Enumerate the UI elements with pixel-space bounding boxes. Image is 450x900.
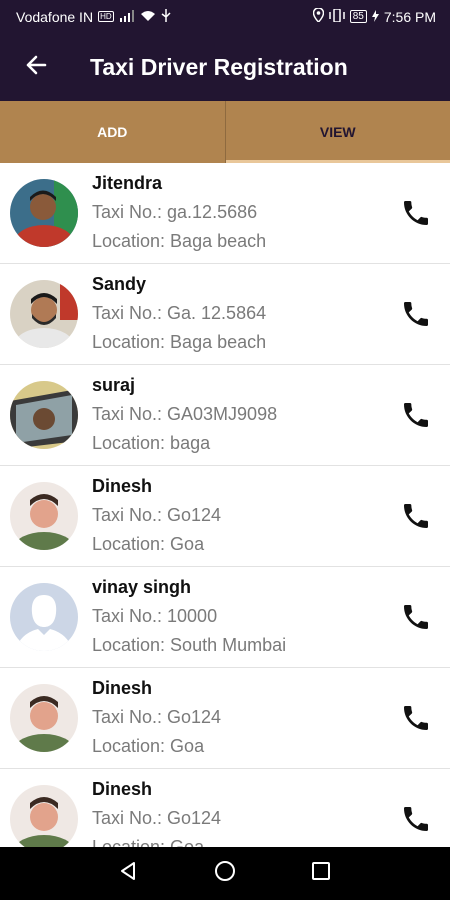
status-time: 7:56 PM — [383, 8, 436, 25]
phone-icon — [400, 702, 432, 739]
tab-view[interactable]: VIEW — [225, 101, 450, 163]
driver-row[interactable]: Sandy Taxi No.: Ga. 12.5864 Location: Ba… — [0, 264, 450, 365]
triangle-back-icon — [119, 861, 139, 886]
driver-row[interactable]: Dinesh Taxi No.: Go124 Location: Goa — [0, 769, 450, 847]
driver-taxi-number: Taxi No.: Go124 — [92, 808, 222, 828]
default-avatar-icon — [10, 583, 78, 651]
wifi-icon — [140, 9, 156, 25]
nav-recents-button[interactable] — [273, 847, 369, 900]
phone-icon — [400, 298, 432, 335]
driver-taxi-number: Taxi No.: Ga. 12.5864 — [92, 303, 267, 323]
phone-icon — [400, 803, 432, 840]
battery-level: 85 — [349, 10, 367, 23]
call-button[interactable] — [398, 803, 434, 839]
usb-icon — [161, 8, 171, 25]
driver-avatar — [10, 280, 78, 348]
app-bar: Taxi Driver Registration — [0, 33, 450, 101]
call-button[interactable] — [398, 500, 434, 536]
nav-back-button[interactable] — [81, 847, 177, 900]
driver-row[interactable]: vinay singh Taxi No.: 10000 Location: So… — [0, 567, 450, 668]
call-button[interactable] — [398, 399, 434, 435]
tab-bar: ADD VIEW — [0, 101, 450, 163]
driver-location: Location: Goa — [92, 837, 205, 847]
driver-row[interactable]: suraj Taxi No.: GA03MJ9098 Location: bag… — [0, 365, 450, 466]
driver-name: vinay singh — [92, 577, 192, 597]
circle-home-icon — [214, 860, 236, 887]
nav-home-button[interactable] — [177, 847, 273, 900]
phone-icon — [400, 601, 432, 638]
status-bar: Vodafone IN HD 85 7:56 PM — [0, 0, 450, 33]
driver-avatar — [10, 179, 78, 247]
signal-icon — [119, 9, 135, 25]
driver-name: Dinesh — [92, 678, 153, 698]
driver-name: Dinesh — [92, 476, 153, 496]
tab-add[interactable]: ADD — [0, 101, 226, 163]
call-button[interactable] — [398, 298, 434, 334]
call-button[interactable] — [398, 197, 434, 233]
driver-name: Dinesh — [92, 779, 153, 799]
driver-name: Sandy — [92, 274, 147, 294]
carrier-label: Vodafone IN — [16, 8, 94, 25]
driver-taxi-number: Taxi No.: ga.12.5686 — [92, 202, 258, 222]
phone-icon — [400, 399, 432, 436]
driver-list[interactable]: Jitendra Taxi No.: ga.12.5686 Location: … — [0, 163, 450, 847]
square-recents-icon — [311, 861, 331, 886]
driver-location: Location: Baga beach — [92, 332, 267, 352]
driver-location: Location: Goa — [92, 736, 205, 756]
driver-location: Location: Baga beach — [92, 231, 267, 251]
driver-location: Location: Goa — [92, 534, 205, 554]
phone-icon — [400, 500, 432, 537]
driver-taxi-number: Taxi No.: Go124 — [92, 707, 222, 727]
driver-row[interactable]: Jitendra Taxi No.: ga.12.5686 Location: … — [0, 163, 450, 264]
driver-name: Jitendra — [92, 173, 163, 193]
driver-location: Location: South Mumbai — [92, 635, 287, 655]
phone-icon — [400, 197, 432, 234]
network-badge: HD — [98, 11, 114, 22]
driver-taxi-number: Taxi No.: 10000 — [92, 606, 218, 626]
page-title: Taxi Driver Registration — [90, 53, 348, 80]
charging-icon — [371, 9, 379, 25]
driver-location: Location: baga — [92, 433, 211, 453]
driver-row[interactable]: Dinesh Taxi No.: Go124 Location: Goa — [0, 668, 450, 769]
call-button[interactable] — [398, 601, 434, 637]
vibrate-icon — [328, 7, 345, 25]
tab-view-label: VIEW — [319, 124, 356, 140]
driver-avatar — [10, 482, 78, 550]
location-icon — [312, 7, 324, 25]
call-button[interactable] — [398, 702, 434, 738]
system-nav-bar — [0, 847, 450, 900]
arrow-back-icon — [25, 54, 47, 81]
back-button[interactable] — [0, 33, 72, 101]
driver-taxi-number: Taxi No.: Go124 — [92, 505, 222, 525]
driver-avatar — [10, 785, 78, 847]
driver-avatar — [10, 381, 78, 449]
driver-row[interactable]: Dinesh Taxi No.: Go124 Location: Goa — [0, 466, 450, 567]
driver-taxi-number: Taxi No.: GA03MJ9098 — [92, 404, 278, 424]
driver-avatar — [10, 684, 78, 752]
driver-name: suraj — [92, 375, 136, 395]
